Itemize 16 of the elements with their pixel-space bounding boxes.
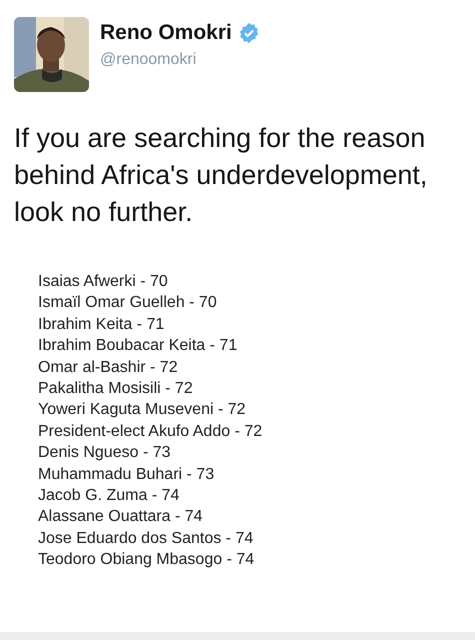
list-line: Ismaïl Omar Guelleh - 70 (38, 293, 218, 314)
list-line: Yoweri Kaguta Museveni - 72 (38, 400, 247, 420)
list-line: Muhammadu Buhari - 73 (38, 464, 216, 485)
list-line: Teodoro Obiang Mbasogo - 74 (38, 550, 256, 570)
author-name[interactable]: Reno Omokri (100, 21, 232, 45)
list-line: Pakalitha Mosisili - 72 (38, 379, 194, 400)
list-line: Isaias Afwerki - 70 (38, 272, 169, 292)
list-line: Jacob G. Zuma - 74 (38, 486, 180, 506)
tweet-text: If you are searching for the reason behind Africa's underdevelopment, look no further. (14, 122, 428, 229)
list-line: Omar al-Bashir - 72 (38, 358, 179, 378)
list-line: Denis Ngueso - 73 (38, 443, 172, 464)
list-line: Ibrahim Boubacar Keita - 71 (38, 336, 238, 356)
list-line: Ibrahim Keita - 71 (38, 314, 166, 335)
list-line: President-elect Akufo Addo - 72 (38, 422, 264, 442)
list-line: Alassane Ouattara - 74 (38, 507, 204, 528)
list-line: Jose Eduardo dos Santos - 74 (38, 528, 254, 549)
